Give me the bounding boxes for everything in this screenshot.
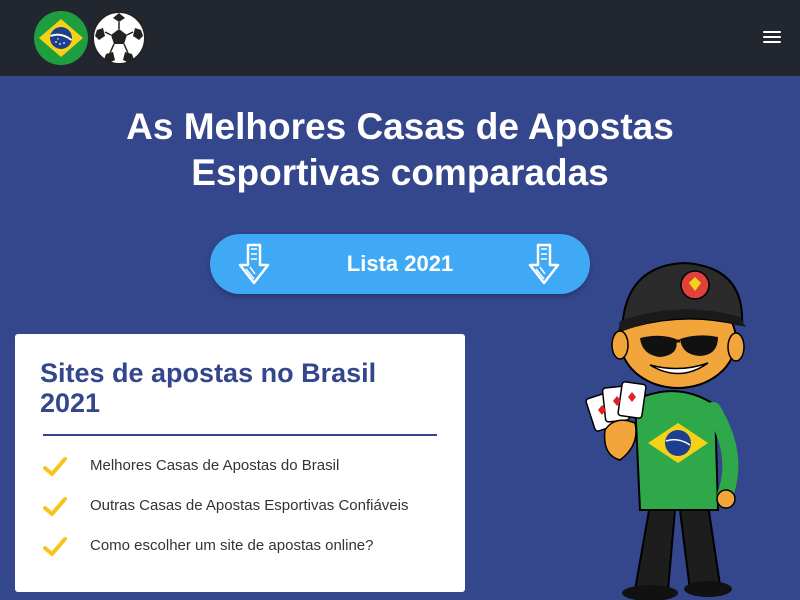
toc-item-other-betting-sites[interactable]: Outras Casas de Apostas Esportivas Confi… xyxy=(43,494,443,522)
toc-item-how-to-choose[interactable]: Como escolher um site de apostas online? xyxy=(43,534,443,562)
hamburger-menu-icon[interactable] xyxy=(760,28,784,48)
menu-line xyxy=(763,31,781,33)
toc-item-best-betting-sites[interactable]: Melhores Casas de Apostas do Brasil xyxy=(43,454,443,482)
toc-title: Sites de apostas no Brasil 2021 xyxy=(40,358,377,418)
page-title: As Melhores Casas de Apostas Esportivas … xyxy=(0,104,800,196)
menu-line xyxy=(763,41,781,43)
top-navbar xyxy=(0,0,800,76)
toc-item-label: Outras Casas de Apostas Esportivas Confi… xyxy=(90,497,409,514)
checkmark-icon xyxy=(43,457,67,476)
checkmark-icon xyxy=(43,537,67,556)
list-2021-button[interactable]: Lista 2021 xyxy=(210,234,590,294)
table-of-contents-card: Sites de apostas no Brasil 2021 Melhores… xyxy=(15,334,465,592)
site-logo[interactable] xyxy=(33,10,147,66)
toc-divider xyxy=(43,434,437,436)
page-title-line-1: As Melhores Casas de Apostas xyxy=(126,106,674,147)
mascot-illustration xyxy=(585,261,746,600)
menu-line xyxy=(763,36,781,38)
page-title-line-2: Esportivas comparadas xyxy=(191,152,609,193)
soccer-ball-icon xyxy=(92,11,146,65)
toc-item-label: Melhores Casas de Apostas do Brasil xyxy=(90,457,340,474)
toc-item-label: Como escolher um site de apostas online? xyxy=(90,537,374,554)
checkmark-icon xyxy=(43,497,67,516)
brazil-flag-icon xyxy=(34,11,88,65)
down-arrow-icon xyxy=(528,243,560,285)
